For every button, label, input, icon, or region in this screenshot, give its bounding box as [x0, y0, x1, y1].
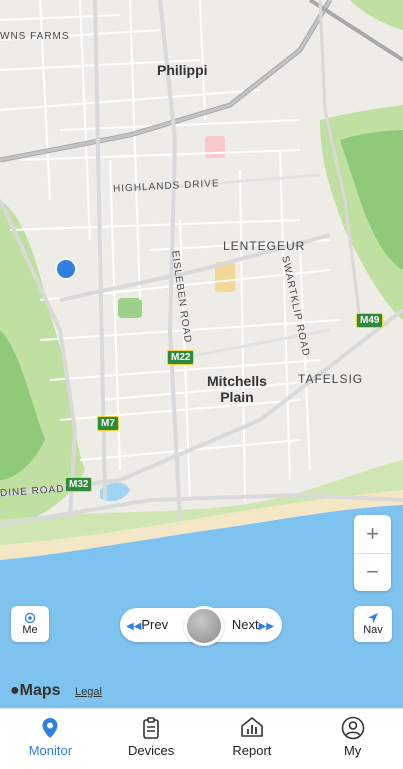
maps-attribution: ●Maps	[10, 682, 61, 700]
next-label: Next	[231, 617, 259, 632]
device-switcher: ◀◀Prev Next▶▶	[120, 606, 282, 646]
prev-label: Prev	[141, 617, 169, 632]
user-profile-icon	[341, 716, 364, 740]
navigation-arrow-icon	[368, 613, 378, 623]
tab-devices-label: Devices	[128, 743, 175, 758]
location-dot[interactable]	[57, 260, 75, 278]
location-pin-icon	[42, 718, 58, 738]
hospital-area	[205, 136, 225, 158]
label-wns-farms: WNS FARMS	[0, 31, 70, 42]
tab-report[interactable]: Report	[202, 709, 303, 769]
zoom-in-button[interactable]: +	[354, 516, 391, 553]
report-chart-icon	[241, 717, 263, 737]
tab-report-label: Report	[232, 743, 272, 758]
apple-logo-icon: ●	[10, 682, 20, 699]
next-arrow-icon: ▶▶	[258, 621, 274, 632]
label-philippi: Philippi	[157, 62, 208, 78]
tab-my[interactable]: My	[302, 709, 403, 769]
shield-m7: M7	[97, 416, 119, 431]
map-base	[0, 0, 403, 708]
shield-m49: M49	[356, 313, 384, 328]
label-tafelsig: TAFELSIG	[298, 372, 364, 386]
label-lentegeur: LENTEGEUR	[223, 239, 306, 253]
next-button[interactable]: Next▶▶	[232, 617, 274, 632]
vehicle-avatar-icon[interactable]	[184, 606, 224, 646]
shield-m22: M22	[167, 350, 195, 365]
zoom-control: + −	[354, 515, 391, 591]
zoom-out-button[interactable]: −	[354, 554, 391, 591]
tab-my-label: My	[343, 743, 362, 758]
tab-bar: Monitor Devices Report My	[0, 708, 403, 769]
clipboard-icon	[143, 717, 159, 739]
tab-monitor[interactable]: Monitor	[0, 709, 101, 769]
label-mitchells-plain: Mitchells Plain	[207, 373, 267, 405]
park-small-1	[118, 298, 142, 318]
legal-link[interactable]: Legal	[75, 686, 102, 698]
shield-m32: M32	[65, 477, 93, 492]
map-view[interactable]: WNS FARMS Philippi HIGHLANDS DRIVE LENTE…	[0, 0, 403, 708]
locate-icon	[24, 612, 36, 624]
tab-devices[interactable]: Devices	[101, 709, 202, 769]
prev-arrow-icon: ◀◀	[126, 621, 142, 632]
me-button[interactable]: Me	[11, 606, 49, 642]
prev-button[interactable]: ◀◀Prev	[126, 617, 168, 632]
tab-monitor-label: Monitor	[28, 743, 73, 758]
nav-button[interactable]: Nav	[354, 606, 392, 642]
me-label: Me	[22, 624, 38, 636]
maps-label: Maps	[19, 682, 61, 699]
nav-label: Nav	[363, 624, 383, 636]
